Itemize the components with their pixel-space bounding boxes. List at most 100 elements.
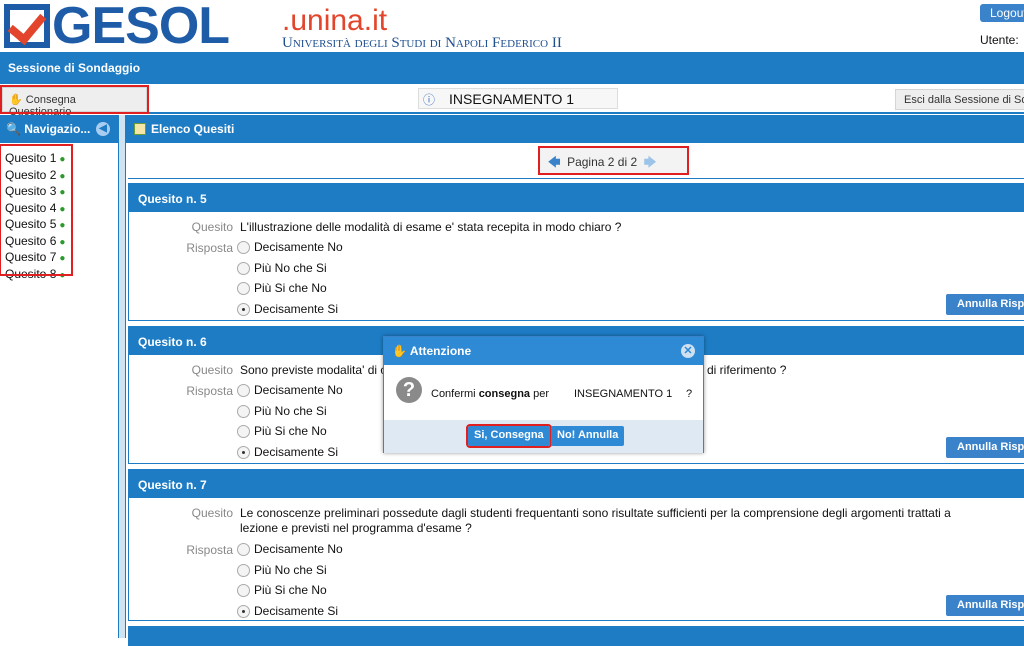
nav-item-label: Quesito 7 xyxy=(5,250,57,264)
page-indicator: Pagina 2 di 2 xyxy=(567,155,638,169)
risposta-label: Risposta xyxy=(186,384,233,398)
nav-panel-header: 🔍 Navigazio... ◀ xyxy=(0,115,118,143)
question-title: Quesito n. 7 xyxy=(129,470,1024,498)
consegna-questionario-button[interactable]: ✋ Consegna Questionario xyxy=(0,85,149,118)
dialog-message: Confermi consegna per xyxy=(431,388,549,400)
radio-button[interactable] xyxy=(237,404,250,418)
answered-dot-icon: ● xyxy=(59,203,66,215)
question-text: L'illustrazione delle modalità di esame … xyxy=(240,220,622,234)
nav-list: Quesito 1 ● Quesito 2 ● Quesito 3 ● Quesito 4 ●… xyxy=(0,144,73,281)
radio-button[interactable] xyxy=(237,261,250,275)
answered-dot-icon: ● xyxy=(59,236,66,248)
question-text: Le conoscenze preliminari possedute dagl… xyxy=(240,506,951,535)
university-name: Università degli Studi di Napoli Federic… xyxy=(282,35,562,51)
nav-title: Navigazio... xyxy=(24,122,91,136)
answered-dot-icon: ● xyxy=(59,253,66,264)
answer-option[interactable]: Decisamente No xyxy=(237,240,343,258)
radio-button[interactable] xyxy=(237,445,250,459)
radio-button[interactable] xyxy=(237,425,250,439)
option-label: Più No che Si xyxy=(254,562,327,577)
risposta-label: Risposta xyxy=(186,543,233,557)
option-label: Decisamente No xyxy=(254,542,343,556)
table-icon xyxy=(134,123,146,135)
confirm-button[interactable]: Si, Consegna xyxy=(466,424,552,448)
quesito-label: Quesito xyxy=(191,220,233,234)
user-label: Utente: xyxy=(980,33,1019,47)
annulla-risposta-button[interactable]: Annulla Risposta xyxy=(946,294,1024,315)
answer-option[interactable]: Decisamente No xyxy=(237,383,343,401)
hand-icon: ✋ xyxy=(9,94,23,106)
gesol-logo: GESOL xyxy=(4,0,230,52)
main-title: Elenco Quesiti xyxy=(151,122,235,136)
answer-option[interactable]: Più Si che No xyxy=(237,281,327,299)
answer-option[interactable]: Più Si che No xyxy=(237,583,327,601)
logo-text: GESOL xyxy=(52,0,230,55)
close-icon[interactable]: ✕ xyxy=(681,344,695,358)
nav-item-label: Quesito 5 xyxy=(5,217,57,231)
divider xyxy=(128,178,1024,179)
next-page-icon[interactable]: 🡆 xyxy=(644,155,656,169)
answered-dot-icon: ● xyxy=(59,154,66,165)
course-display: ⓘ INSEGNAMENTO 1 xyxy=(418,88,618,109)
hand-icon: ✋ xyxy=(392,344,407,358)
dialog-footer: Si, Consegna No! Annulla xyxy=(384,420,703,453)
question-panel: Quesito n. 5 Quesito L'illustrazione del… xyxy=(128,183,1024,321)
nav-item[interactable]: Quesito 3 ● xyxy=(5,184,67,201)
answer-option[interactable]: Più No che Si xyxy=(237,404,327,422)
nav-item[interactable]: Quesito 8 ● xyxy=(5,267,67,284)
nav-item[interactable]: Quesito 7 ● xyxy=(5,250,67,267)
answer-option[interactable]: Decisamente No xyxy=(237,542,343,560)
answered-dot-icon: ● xyxy=(59,187,66,198)
answer-option[interactable]: Più No che Si xyxy=(237,563,327,581)
radio-button[interactable] xyxy=(237,563,250,577)
panel-splitter[interactable] xyxy=(118,115,126,638)
nav-item-label: Quesito 8 xyxy=(5,266,57,281)
nav-item-label: Quesito 3 xyxy=(5,184,57,198)
radio-button[interactable] xyxy=(237,384,250,398)
info-icon: ⓘ xyxy=(423,93,436,107)
question-panel: Quesito n. 7 Quesito Le conoscenze preli… xyxy=(128,469,1024,621)
msg-post: per xyxy=(530,388,550,400)
radio-button[interactable] xyxy=(237,241,250,255)
dialog-header: ✋ Attenzione ✕ xyxy=(384,337,703,365)
answer-option[interactable]: Decisamente Si xyxy=(237,445,338,463)
answered-dot-icon: ● xyxy=(59,269,66,281)
radio-button[interactable] xyxy=(237,282,250,296)
answer-option[interactable]: Decisamente Si xyxy=(237,302,338,320)
cancel-button[interactable]: No! Annulla xyxy=(551,426,625,446)
nav-item-label: Quesito 1 xyxy=(5,151,57,165)
nav-item-label: Quesito 6 xyxy=(5,233,57,248)
nav-item[interactable]: Quesito 1 ● xyxy=(5,151,67,168)
msg-bold: consegna xyxy=(478,388,531,400)
dialog-question-mark: ? xyxy=(686,388,693,400)
answer-option[interactable]: Più Si che No xyxy=(237,424,327,442)
option-label: Più No che Si xyxy=(254,403,327,418)
nav-item[interactable]: Quesito 6 ● xyxy=(5,234,67,251)
radio-button[interactable] xyxy=(237,543,250,557)
nav-item-label: Quesito 2 xyxy=(5,167,57,182)
radio-button[interactable] xyxy=(237,604,250,618)
search-icon: 🔍 xyxy=(6,122,21,136)
collapse-icon[interactable]: ◀ xyxy=(96,122,110,136)
logout-button[interactable]: Logout xyxy=(980,4,1024,22)
nav-item[interactable]: Quesito 2 ● xyxy=(5,168,67,185)
radio-button[interactable] xyxy=(237,302,250,316)
annulla-risposta-button[interactable]: Annulla Risposta xyxy=(946,437,1024,458)
answer-option[interactable]: Più No che Si xyxy=(237,261,327,279)
prev-page-icon[interactable]: 🡄 xyxy=(548,155,560,169)
answer-option[interactable]: Decisamente Si xyxy=(237,604,338,622)
radio-button[interactable] xyxy=(237,584,250,598)
pagination: 🡄 Pagina 2 di 2 🡆 xyxy=(538,146,689,175)
option-label: Più No che Si xyxy=(254,260,327,275)
nav-item[interactable]: Quesito 4 ● xyxy=(5,201,67,218)
msg-pre: Confermi xyxy=(431,388,479,400)
question-title: Quesito n. 5 xyxy=(129,184,1024,212)
question-icon: ? xyxy=(396,377,422,403)
nav-item-label: Quesito 4 xyxy=(5,200,57,215)
annulla-risposta-button[interactable]: Annulla Risposta xyxy=(946,595,1024,616)
option-label: Decisamente Si xyxy=(254,444,339,459)
nav-item[interactable]: Quesito 5 ● xyxy=(5,217,67,234)
exit-session-button[interactable]: Esci dalla Sessione di Sondaggio xyxy=(895,89,1024,110)
question-text-end: di riferimento ? xyxy=(707,363,787,377)
answered-dot-icon: ● xyxy=(59,220,66,231)
